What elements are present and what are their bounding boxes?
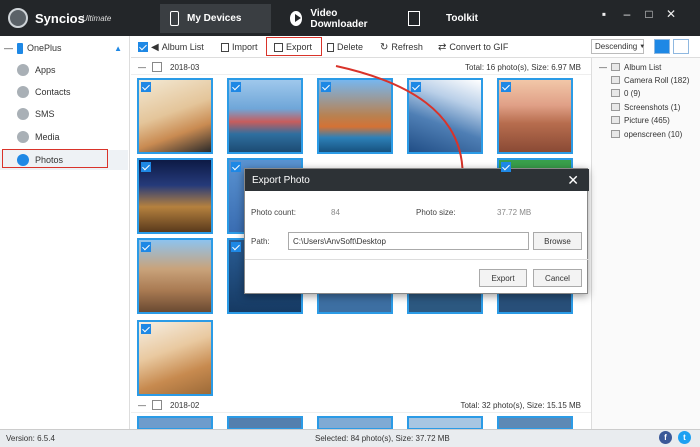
photo-checkbox[interactable] xyxy=(141,324,151,334)
browse-label: Browse xyxy=(544,236,571,246)
photo-checkbox[interactable] xyxy=(141,242,151,252)
photo-checkbox[interactable] xyxy=(501,162,511,172)
path-label: Path: xyxy=(251,237,270,246)
photo-checkbox[interactable] xyxy=(501,82,511,92)
cancel-label: Cancel xyxy=(545,273,570,283)
dialog-divider xyxy=(245,259,589,260)
photo-size-value: 37.72 MB xyxy=(497,208,532,217)
browse-button[interactable]: Browse xyxy=(533,232,582,250)
selection-summary: Selected: 84 photo(s), Size: 37.72 MB xyxy=(315,434,450,443)
photo-checkbox[interactable] xyxy=(231,82,241,92)
photo-size-label: Photo size: xyxy=(416,208,456,217)
export-confirm-button[interactable]: Export xyxy=(479,269,527,287)
photo-count-label: Photo count: xyxy=(251,208,296,217)
dialog-title-bar: Export Photo xyxy=(245,169,589,191)
twitter-icon[interactable]: t xyxy=(678,431,691,444)
photo-checkbox[interactable] xyxy=(231,162,241,172)
version-text: Version: 6.5.4 xyxy=(6,434,55,443)
status-bar: Version: 6.5.4 Selected: 84 photo(s), Si… xyxy=(0,429,700,447)
export-confirm-label: Export xyxy=(491,273,515,283)
photo-checkbox[interactable] xyxy=(141,162,151,172)
export-photo-dialog: Export Photo ✕ Photo count: 84 Photo siz… xyxy=(244,168,589,294)
photo-checkbox[interactable] xyxy=(321,82,331,92)
path-value: C:\Users\AnvSoft\Desktop xyxy=(293,236,386,246)
photo-checkbox[interactable] xyxy=(141,82,151,92)
photo-count-value: 84 xyxy=(331,208,340,217)
cancel-button[interactable]: Cancel xyxy=(533,269,582,287)
close-icon[interactable]: ✕ xyxy=(567,172,579,189)
dialog-title: Export Photo xyxy=(252,174,310,186)
photo-checkbox[interactable] xyxy=(231,242,241,252)
photo-checkbox[interactable] xyxy=(411,82,421,92)
facebook-icon[interactable]: f xyxy=(659,431,672,444)
path-input[interactable]: C:\Users\AnvSoft\Desktop xyxy=(288,232,529,250)
